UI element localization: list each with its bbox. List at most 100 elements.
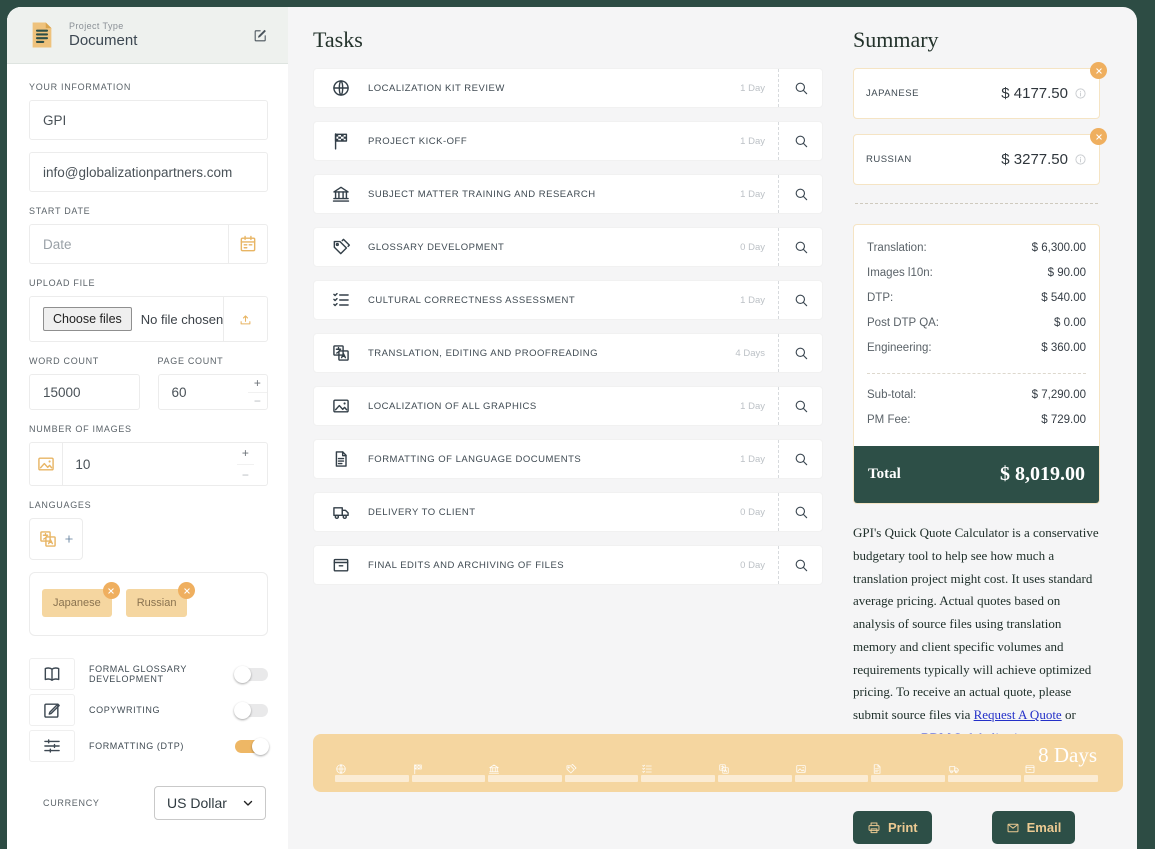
remove-language-icon[interactable] bbox=[1090, 62, 1107, 79]
increment-button[interactable]: + bbox=[248, 375, 267, 392]
email-field[interactable] bbox=[29, 152, 268, 192]
task-detail-search-icon[interactable] bbox=[778, 440, 822, 478]
remove-language-icon[interactable] bbox=[1090, 128, 1107, 145]
task-detail-search-icon[interactable] bbox=[778, 122, 822, 160]
search-icon bbox=[793, 80, 809, 96]
start-date-field[interactable] bbox=[29, 224, 268, 264]
request-a-quote-link[interactable]: Request A Quote bbox=[974, 707, 1062, 722]
search-icon bbox=[793, 504, 809, 520]
translate-icon bbox=[38, 529, 58, 549]
checklist-icon bbox=[331, 290, 351, 310]
image-icon bbox=[331, 396, 351, 416]
name-field[interactable] bbox=[29, 100, 268, 140]
task-duration: 1 Day bbox=[740, 453, 765, 465]
word-count-input[interactable] bbox=[43, 384, 139, 400]
toggle-switch[interactable] bbox=[234, 701, 268, 719]
name-input[interactable] bbox=[43, 112, 254, 128]
task-detail-search-icon[interactable] bbox=[778, 387, 822, 425]
language-tag: Japanese bbox=[42, 582, 120, 617]
search-icon bbox=[793, 451, 809, 467]
search-icon bbox=[793, 133, 809, 149]
edit-project-type-icon[interactable] bbox=[253, 28, 268, 43]
flag-icon bbox=[331, 131, 351, 151]
price-row: Translation: $ 6,300.00 bbox=[867, 242, 1086, 254]
decrement-button[interactable]: − bbox=[236, 463, 254, 486]
task-detail-search-icon[interactable] bbox=[778, 493, 822, 531]
info-icon[interactable] bbox=[1074, 153, 1087, 166]
number-of-images-field[interactable]: +− bbox=[29, 442, 268, 486]
remove-language-icon[interactable] bbox=[102, 582, 120, 599]
currency-select[interactable]: US Dollar bbox=[154, 786, 266, 820]
tag-icon bbox=[565, 763, 577, 775]
choose-files-button[interactable]: Choose files bbox=[43, 307, 132, 331]
images-stepper: + − bbox=[236, 443, 254, 486]
remove-language-icon[interactable] bbox=[178, 582, 196, 599]
truck-icon bbox=[331, 502, 351, 522]
word-count-label: WORD COUNT bbox=[29, 356, 99, 366]
translate-icon bbox=[718, 763, 730, 775]
task-detail-search-icon[interactable] bbox=[778, 69, 822, 107]
email-button[interactable]: Email bbox=[991, 811, 1076, 844]
decrement-button[interactable]: − bbox=[247, 391, 267, 410]
document-icon bbox=[871, 763, 883, 775]
page-count-input[interactable] bbox=[171, 384, 248, 400]
page-count-field[interactable]: +− bbox=[157, 374, 268, 410]
task-row: DELIVERY TO CLIENT 0 Day bbox=[313, 492, 823, 532]
total-banner: Total $ 8,019.00 bbox=[854, 446, 1099, 503]
toggle-switch[interactable] bbox=[234, 665, 268, 683]
task-duration: 4 Days bbox=[735, 347, 765, 359]
toggle-switch[interactable] bbox=[235, 737, 269, 755]
task-row: LOCALIZATION KIT REVIEW 1 Day bbox=[313, 68, 823, 108]
total-label: Total bbox=[868, 466, 901, 482]
info-icon bbox=[1074, 153, 1087, 166]
archive-icon bbox=[331, 555, 351, 575]
task-row: FORMATTING OF LANGUAGE DOCUMENTS 1 Day bbox=[313, 439, 823, 479]
schedule-timeline: 8 Days bbox=[313, 734, 1123, 792]
summary-section: Summary JAPANESE $ 4177.50 RUSSIAN $ 327… bbox=[853, 27, 1107, 844]
price-row: Engineering: $ 360.00 bbox=[867, 342, 1086, 354]
task-row: SUBJECT MATTER TRAINING AND RESEARCH 1 D… bbox=[313, 174, 823, 214]
timeline-segment bbox=[871, 745, 945, 782]
sliders-icon bbox=[29, 730, 75, 762]
tag-icon bbox=[331, 237, 351, 257]
calendar-icon[interactable] bbox=[228, 225, 267, 263]
sidebar: Project Type Document YOUR INFORMATION S… bbox=[7, 7, 288, 849]
project-type-value: Document bbox=[69, 32, 138, 49]
close-icon bbox=[1095, 67, 1103, 75]
date-input[interactable] bbox=[43, 236, 229, 252]
task-detail-search-icon[interactable] bbox=[778, 175, 822, 213]
task-duration: 0 Day bbox=[740, 241, 765, 253]
timeline-duration: 8 Days bbox=[1038, 743, 1097, 767]
increment-button[interactable]: + bbox=[237, 443, 254, 464]
print-button[interactable]: Print bbox=[853, 811, 932, 844]
task-duration: 1 Day bbox=[740, 294, 765, 306]
add-language-button[interactable] bbox=[29, 518, 83, 560]
word-count-field[interactable] bbox=[29, 374, 140, 410]
task-duration: 0 Day bbox=[740, 506, 765, 518]
toggle-row: COPYWRITING bbox=[29, 694, 268, 726]
no-file-chosen-text: No file chosen bbox=[140, 311, 224, 327]
email-input[interactable] bbox=[43, 164, 254, 180]
images-input[interactable] bbox=[75, 456, 237, 472]
timeline-segment bbox=[564, 745, 639, 782]
timeline-segment bbox=[794, 745, 869, 782]
task-duration: 1 Day bbox=[740, 135, 765, 147]
compose-icon bbox=[42, 700, 62, 720]
task-detail-search-icon[interactable] bbox=[778, 281, 822, 319]
info-icon[interactable] bbox=[1074, 87, 1087, 100]
upload-file-field[interactable]: Choose files No file chosen bbox=[29, 296, 268, 342]
search-icon bbox=[793, 292, 809, 308]
main-content: Tasks LOCALIZATION KIT REVIEW 1 Day PROJ… bbox=[288, 7, 1137, 849]
language-tag: Russian bbox=[125, 582, 196, 617]
price-row: Post DTP QA: $ 0.00 bbox=[867, 317, 1086, 329]
book-icon bbox=[42, 664, 62, 684]
currency-label: CURRENCY bbox=[43, 798, 100, 808]
toggle-row: FORMAL GLOSSARY DEVELOPMENT bbox=[29, 658, 268, 690]
language-price-card: RUSSIAN $ 3277.50 bbox=[853, 128, 1107, 185]
task-detail-search-icon[interactable] bbox=[778, 546, 822, 584]
task-detail-search-icon[interactable] bbox=[778, 334, 822, 372]
close-icon bbox=[107, 587, 115, 595]
task-row: PROJECT KICK-OFF 1 Day bbox=[313, 121, 823, 161]
upload-icon[interactable] bbox=[223, 297, 267, 341]
task-detail-search-icon[interactable] bbox=[778, 228, 822, 266]
